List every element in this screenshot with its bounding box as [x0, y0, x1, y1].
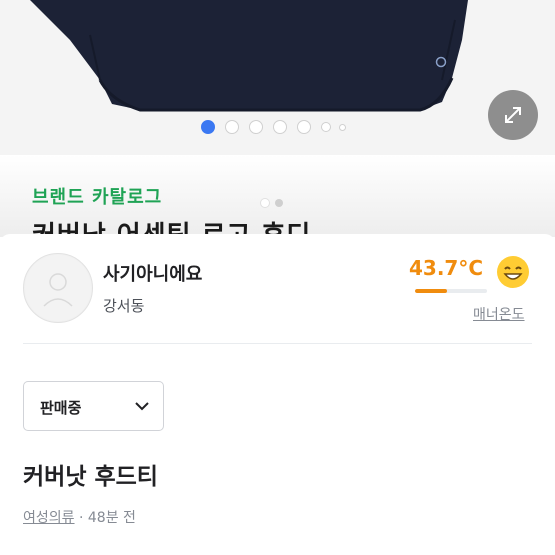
- carousel-dot[interactable]: [297, 120, 311, 134]
- carousel-dot[interactable]: [225, 120, 239, 134]
- carousel-dot[interactable]: [321, 122, 331, 132]
- product-title: 커버낫 후드티: [23, 464, 158, 490]
- chevron-down-icon: [135, 402, 149, 411]
- smiling-face-icon: [497, 256, 529, 288]
- product-meta: 여성의류 · 48분 전: [23, 507, 136, 527]
- banner-indicator: [261, 199, 289, 207]
- meta-separator: ·: [74, 510, 88, 526]
- posted-time: 48분 전: [87, 510, 136, 526]
- sale-status-value: 판매중: [40, 399, 82, 417]
- manner-temperature-gauge-fill: [415, 289, 447, 293]
- expand-image-button[interactable]: [488, 90, 538, 140]
- carousel-indicator: [201, 119, 346, 135]
- manner-temperature: 43.7°C: [409, 256, 484, 280]
- brand-catalog-label: 브랜드 카탈로그: [32, 187, 163, 208]
- divider: [23, 343, 532, 344]
- carousel-dot[interactable]: [249, 120, 263, 134]
- seller-region: 강서동: [103, 297, 145, 315]
- carousel-dot[interactable]: [273, 120, 287, 134]
- manner-temperature-link[interactable]: 매너온도: [473, 304, 525, 324]
- brand-catalog-banner[interactable]: 브랜드 카탈로그 커버낫 어센틱 로고 후디: [0, 155, 555, 237]
- product-image-carousel[interactable]: [0, 0, 555, 155]
- manner-temperature-gauge: [415, 289, 487, 293]
- category-link[interactable]: 여성의류: [23, 510, 75, 526]
- expand-arrows-icon: [505, 107, 521, 123]
- default-profile-icon: [25, 255, 91, 321]
- carousel-dot[interactable]: [201, 120, 215, 134]
- sale-status-dropdown[interactable]: 판매중: [23, 381, 164, 431]
- product-detail-sheet: 사기아니에요 강서동 43.7°C 매너온도 판매중 커버낫 후드티 여성의류 …: [0, 234, 555, 555]
- seller-nickname[interactable]: 사기아니에요: [103, 260, 202, 286]
- carousel-dot[interactable]: [339, 123, 346, 131]
- seller-avatar[interactable]: [23, 253, 93, 323]
